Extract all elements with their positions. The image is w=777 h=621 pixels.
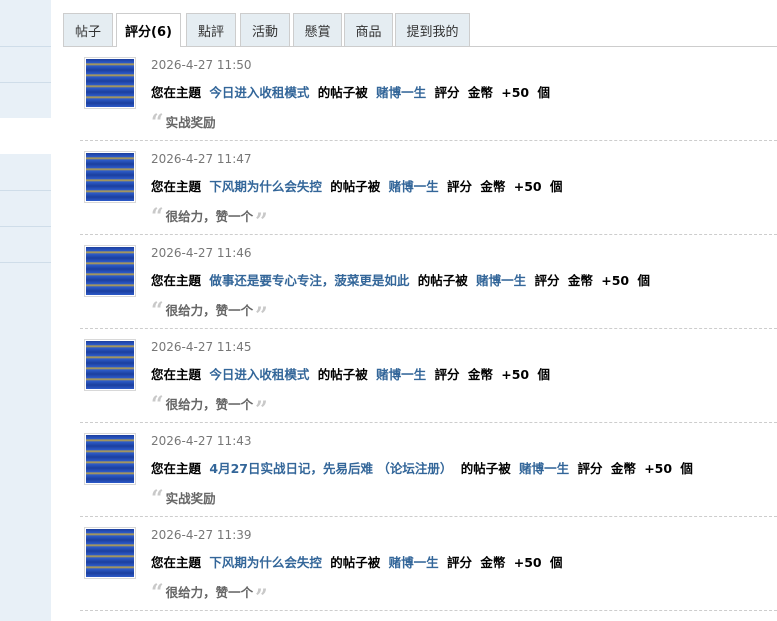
topic-link[interactable]: 做事还是要专心专注，菠菜更是如此 [209, 273, 409, 288]
rating-text: 您在主題 下风期为什么会失控 的帖子被 赌博一生 評分 金幣 +50 個 [151, 179, 563, 194]
list-item: 2026-4-27 11:45 您在主題 今日进入收租模式 的帖子被 赌博一生 … [80, 329, 777, 423]
user-link[interactable]: 赌博一生 [389, 179, 439, 194]
rating-text: 您在主題 今日进入收租模式 的帖子被 赌博一生 評分 金幣 +50 個 [151, 85, 550, 100]
rating-reason: “ 很给力，赞一个 ” [151, 297, 268, 329]
timestamp: 2026-4-27 11:47 [151, 152, 252, 166]
list-item: 2026-4-27 11:43 您在主題 4月27日实战日记，先易后难 （论坛注… [80, 423, 777, 517]
avatar[interactable] [84, 527, 136, 579]
topic-link[interactable]: 下风期为什么会失控 [209, 555, 322, 570]
tab-bar: 帖子 評分(6) 點評 活動 懸賞 商品 提到我的 [63, 12, 777, 47]
tab-rewards[interactable]: 懸賞 [293, 13, 342, 46]
user-link[interactable]: 赌博一生 [376, 85, 426, 100]
sidebar-divider [0, 262, 51, 263]
quote-open-icon: “ [151, 109, 164, 136]
timestamp: 2026-4-27 11:39 [151, 528, 252, 542]
tab-activities[interactable]: 活動 [240, 13, 290, 46]
sidebar-divider [0, 82, 51, 83]
tab-ratings[interactable]: 評分(6) [116, 13, 181, 47]
timestamp: 2026-4-27 11:50 [151, 58, 252, 72]
tab-goods[interactable]: 商品 [344, 13, 393, 46]
list-item: 2026-4-27 11:39 您在主題 下风期为什么会失控 的帖子被 赌博一生… [80, 517, 777, 611]
avatar[interactable] [84, 57, 136, 109]
timestamp: 2026-4-27 11:46 [151, 246, 252, 260]
quote-open-icon: “ [151, 485, 164, 512]
quote-close-icon: ” [255, 396, 268, 423]
avatar[interactable] [84, 245, 136, 297]
user-link[interactable]: 赌博一生 [476, 273, 526, 288]
tab-comments[interactable]: 點評 [186, 13, 236, 46]
rating-text: 您在主題 做事还是要专心专注，菠菜更是如此 的帖子被 赌博一生 評分 金幣 +5… [151, 273, 650, 288]
rating-list: 2026-4-27 11:50 您在主題 今日进入收租模式 的帖子被 赌博一生 … [80, 47, 777, 611]
tab-mentions[interactable]: 提到我的 [395, 13, 470, 46]
topic-link[interactable]: 今日进入收租模式 [209, 85, 309, 100]
user-link[interactable]: 赌博一生 [376, 367, 426, 382]
list-item: 2026-4-27 11:47 您在主題 下风期为什么会失控 的帖子被 赌博一生… [80, 141, 777, 235]
tab-posts[interactable]: 帖子 [63, 13, 113, 46]
rating-reason: “ 很给力，赞一个 ” [151, 391, 268, 423]
avatar[interactable] [84, 339, 136, 391]
sidebar-divider [0, 46, 51, 47]
topic-link[interactable]: 4月27日实战日记，先易后难 （论坛注册） [209, 461, 452, 476]
sidebar-divider [0, 226, 51, 227]
rating-reason: “ 很给力，赞一个 ” [151, 203, 268, 235]
rating-reason: “ 实战奖励 [151, 485, 216, 512]
avatar[interactable] [84, 433, 136, 485]
avatar[interactable] [84, 151, 136, 203]
quote-close-icon: ” [255, 584, 268, 611]
rating-reason: “ 实战奖励 [151, 109, 216, 136]
topic-link[interactable]: 下风期为什么会失控 [209, 179, 322, 194]
quote-close-icon: ” [255, 302, 268, 329]
quote-open-icon: “ [151, 579, 164, 606]
user-link[interactable]: 赌博一生 [519, 461, 569, 476]
topic-link[interactable]: 今日进入收租模式 [209, 367, 309, 382]
timestamp: 2026-4-27 11:43 [151, 434, 252, 448]
quote-open-icon: “ [151, 391, 164, 418]
rating-text: 您在主題 下风期为什么会失控 的帖子被 赌博一生 評分 金幣 +50 個 [151, 555, 563, 570]
user-link[interactable]: 赌博一生 [389, 555, 439, 570]
left-sidebar [0, 0, 51, 621]
rating-text: 您在主題 今日进入收租模式 的帖子被 赌博一生 評分 金幣 +50 個 [151, 367, 550, 382]
quote-open-icon: “ [151, 297, 164, 324]
sidebar-divider [0, 190, 51, 191]
list-item: 2026-4-27 11:50 您在主題 今日进入收租模式 的帖子被 赌博一生 … [80, 47, 777, 141]
sidebar-item-selected[interactable] [0, 118, 51, 154]
list-item: 2026-4-27 11:46 您在主題 做事还是要专心专注，菠菜更是如此 的帖… [80, 235, 777, 329]
quote-close-icon: ” [255, 208, 268, 235]
quote-open-icon: “ [151, 203, 164, 230]
rating-reason: “ 很给力，赞一个 ” [151, 579, 268, 611]
timestamp: 2026-4-27 11:45 [151, 340, 252, 354]
rating-text: 您在主題 4月27日实战日记，先易后难 （论坛注册） 的帖子被 赌博一生 評分 … [151, 461, 693, 476]
